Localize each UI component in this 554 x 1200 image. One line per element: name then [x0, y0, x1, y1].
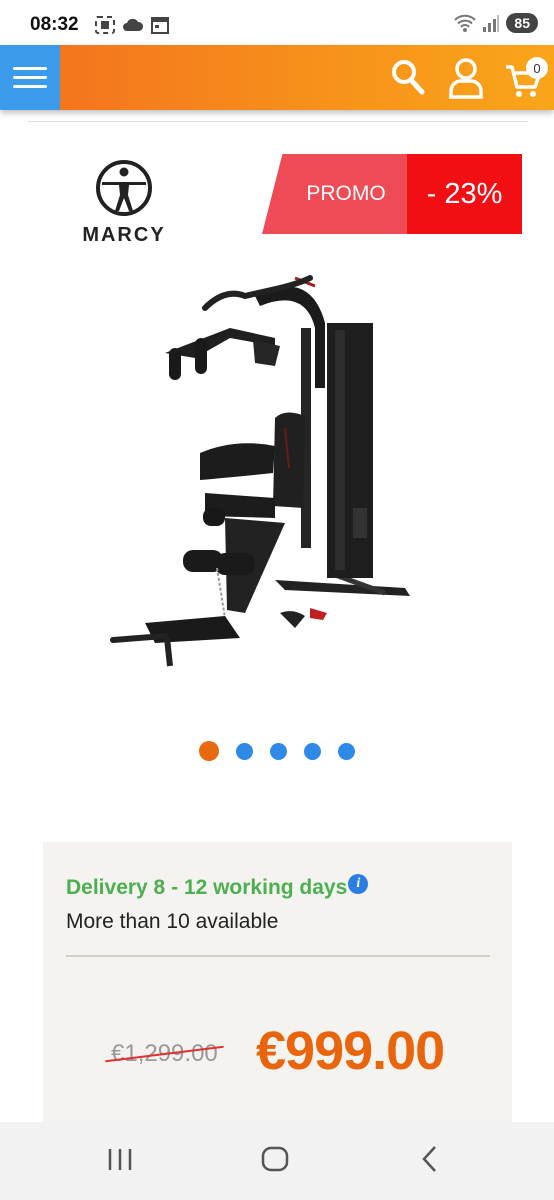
- wifi-icon: [454, 14, 477, 32]
- carousel-dot[interactable]: [270, 742, 287, 760]
- discount-badge: - 23%: [407, 154, 522, 234]
- carousel-dot[interactable]: [338, 742, 355, 760]
- brand-name: MARCY: [82, 224, 166, 246]
- header-divider: [28, 121, 528, 122]
- old-price: €1,299.00: [111, 1040, 218, 1067]
- recent-apps-icon[interactable]: [106, 1144, 134, 1174]
- user-icon[interactable]: [448, 57, 484, 99]
- hamburger-menu-icon[interactable]: [0, 45, 60, 110]
- status-time: 08:32: [30, 14, 79, 35]
- status-system-icons: 85: [454, 13, 538, 33]
- carousel-dot[interactable]: [236, 742, 253, 760]
- brand-logo: MARCY: [62, 160, 186, 246]
- screenshot-icon: [95, 16, 115, 34]
- signal-icon: [483, 15, 500, 32]
- marcy-logo-icon: [96, 160, 152, 216]
- system-navigation-bar: [0, 1122, 554, 1200]
- carousel-dot[interactable]: [304, 742, 321, 760]
- status-notification-icons: [94, 15, 170, 35]
- stock-availability: More than 10 available: [66, 910, 279, 933]
- home-gym-machine-image[interactable]: [105, 268, 425, 678]
- purchase-info-box: Delivery 8 - 12 working days i More than…: [43, 842, 512, 1132]
- home-icon[interactable]: [260, 1144, 290, 1174]
- status-bar: 08:32 85: [0, 0, 554, 50]
- delivery-text: Delivery 8 - 12 working days: [66, 876, 348, 899]
- image-carousel-dots: [0, 741, 554, 761]
- back-icon[interactable]: [418, 1144, 442, 1174]
- cloud-icon: [123, 18, 144, 31]
- current-price: €999.00: [256, 1021, 445, 1081]
- promo-badge: PROMO: [262, 154, 408, 234]
- divider: [66, 955, 490, 957]
- cart-count-badge: 0: [526, 57, 548, 79]
- info-icon[interactable]: i: [348, 874, 369, 894]
- search-icon[interactable]: [390, 57, 426, 97]
- delivery-info: Delivery 8 - 12 working days i: [66, 874, 369, 900]
- battery-level: 85: [506, 13, 538, 33]
- carousel-dot[interactable]: [199, 741, 219, 761]
- app-header: 0: [0, 45, 554, 110]
- calendar-icon: [151, 17, 169, 34]
